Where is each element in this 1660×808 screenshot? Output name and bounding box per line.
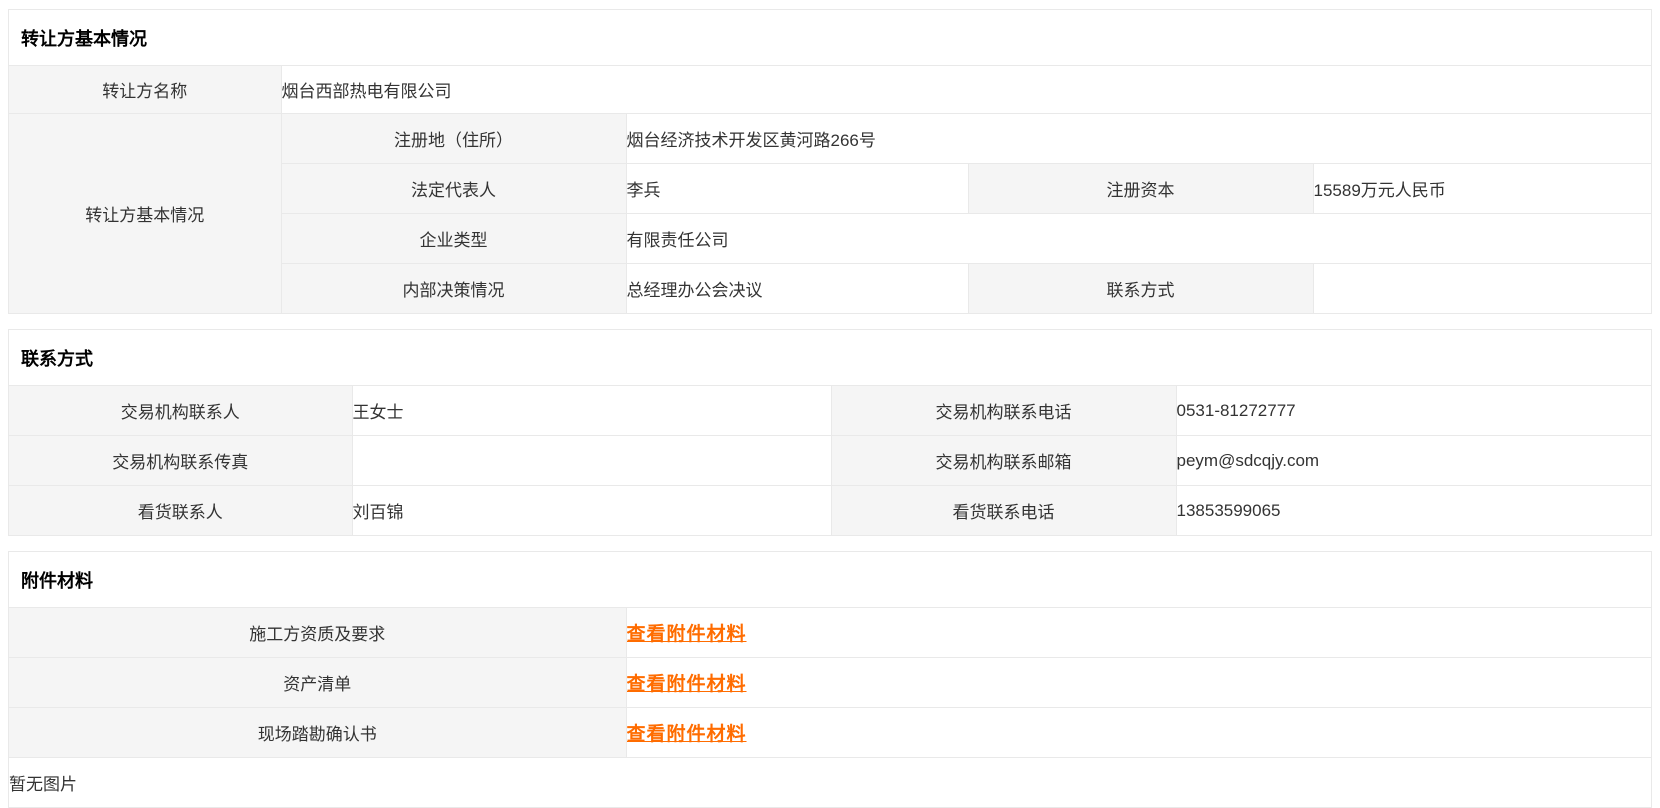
inspection-contact-person-value: 刘百锦 xyxy=(352,486,831,536)
attachments-section: 附件材料 施工方资质及要求 查看附件材料 资产清单 查看附件材料 xyxy=(8,551,1652,808)
inspection-contact-person-label: 看货联系人 xyxy=(9,486,352,536)
agency-contact-email-label: 交易机构联系邮箱 xyxy=(831,436,1176,486)
internal-decision-label: 内部决策情况 xyxy=(281,264,626,314)
table-row: 暂无图片 xyxy=(9,758,1651,808)
agency-contact-fax-value xyxy=(352,436,831,486)
attachments-table: 施工方资质及要求 查看附件材料 资产清单 查看附件材料 现场踏勘确认书 查看附件… xyxy=(9,607,1651,807)
contact-table: 交易机构联系人 王女士 交易机构联系电话 0531-81272777 交易机构联… xyxy=(9,385,1651,535)
agency-contact-phone-value: 0531-81272777 xyxy=(1176,386,1651,436)
table-row: 转让方名称 烟台西部热电有限公司 xyxy=(9,66,1651,114)
transferor-table: 转让方名称 烟台西部热电有限公司 转让方基本情况 注册地（住所） 烟台经济技术开… xyxy=(9,65,1651,313)
attachment-label-asset-list: 资产清单 xyxy=(9,658,626,708)
no-image-text: 暂无图片 xyxy=(9,758,1651,808)
contact-section: 联系方式 交易机构联系人 王女士 交易机构联系电话 0531-81272777 … xyxy=(8,329,1652,536)
internal-decision-value: 总经理办公会决议 xyxy=(626,264,968,314)
inspection-contact-phone-value: 13853599065 xyxy=(1176,486,1651,536)
table-row: 施工方资质及要求 查看附件材料 xyxy=(9,608,1651,658)
attachment-link-cell: 查看附件材料 xyxy=(626,658,1651,708)
agency-contact-person-value: 王女士 xyxy=(352,386,831,436)
table-row: 交易机构联系人 王女士 交易机构联系电话 0531-81272777 xyxy=(9,386,1651,436)
company-type-label: 企业类型 xyxy=(281,214,626,264)
attachment-label-site-survey: 现场踏勘确认书 xyxy=(9,708,626,758)
agency-contact-email-value: peym@sdcqjy.com xyxy=(1176,436,1651,486)
page: 转让方基本情况 转让方名称 烟台西部热电有限公司 转让方基本情况 注册地（住所）… xyxy=(0,0,1660,808)
legal-representative-label: 法定代表人 xyxy=(281,164,626,214)
agency-contact-phone-label: 交易机构联系电话 xyxy=(831,386,1176,436)
registered-capital-value: 15589万元人民币 xyxy=(1313,164,1651,214)
transferor-section: 转让方基本情况 转让方名称 烟台西部热电有限公司 转让方基本情况 注册地（住所）… xyxy=(8,9,1652,314)
transferor-section-title: 转让方基本情况 xyxy=(9,10,1651,65)
table-row: 看货联系人 刘百锦 看货联系电话 13853599065 xyxy=(9,486,1651,536)
transferor-name-value: 烟台西部热电有限公司 xyxy=(281,66,1651,114)
agency-contact-fax-label: 交易机构联系传真 xyxy=(9,436,352,486)
attachment-label-qualification: 施工方资质及要求 xyxy=(9,608,626,658)
contact-method-value xyxy=(1313,264,1651,314)
attachment-link-cell: 查看附件材料 xyxy=(626,608,1651,658)
legal-representative-value: 李兵 xyxy=(626,164,968,214)
registered-address-label: 注册地（住所） xyxy=(281,114,626,164)
view-attachment-link-asset-list[interactable]: 查看附件材料 xyxy=(627,674,747,695)
registered-capital-label: 注册资本 xyxy=(968,164,1313,214)
table-row: 资产清单 查看附件材料 xyxy=(9,658,1651,708)
inspection-contact-phone-label: 看货联系电话 xyxy=(831,486,1176,536)
table-row: 现场踏勘确认书 查看附件材料 xyxy=(9,708,1651,758)
attachments-section-title: 附件材料 xyxy=(9,552,1651,607)
registered-address-value: 烟台经济技术开发区黄河路266号 xyxy=(626,114,1651,164)
table-row: 交易机构联系传真 交易机构联系邮箱 peym@sdcqjy.com xyxy=(9,436,1651,486)
contact-section-title: 联系方式 xyxy=(9,330,1651,385)
transferor-group-label: 转让方基本情况 xyxy=(9,114,281,314)
table-row: 转让方基本情况 注册地（住所） 烟台经济技术开发区黄河路266号 xyxy=(9,114,1651,164)
attachment-link-cell: 查看附件材料 xyxy=(626,708,1651,758)
transferor-name-label: 转让方名称 xyxy=(9,66,281,114)
contact-method-label: 联系方式 xyxy=(968,264,1313,314)
view-attachment-link-qualification[interactable]: 查看附件材料 xyxy=(627,624,747,645)
company-type-value: 有限责任公司 xyxy=(626,214,1651,264)
view-attachment-link-site-survey[interactable]: 查看附件材料 xyxy=(627,724,747,745)
agency-contact-person-label: 交易机构联系人 xyxy=(9,386,352,436)
